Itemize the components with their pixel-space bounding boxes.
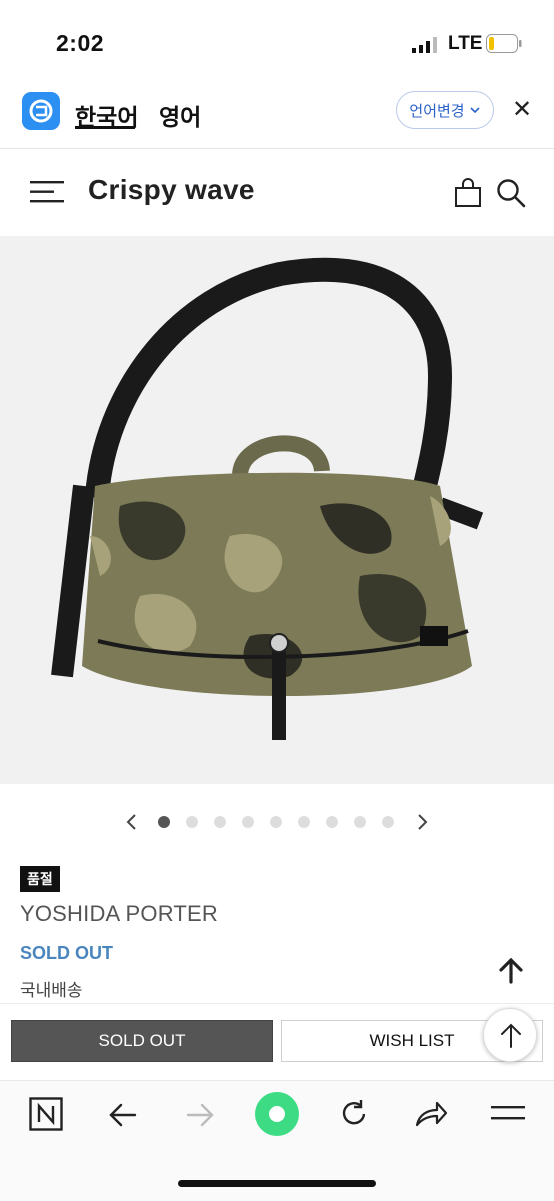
product-image[interactable] — [0, 236, 554, 784]
product-brand: YOSHIDA PORTER — [20, 901, 218, 926]
chevron-right-icon[interactable] — [414, 812, 430, 832]
battery-icon — [486, 34, 522, 53]
status-time: 2:02 — [56, 30, 105, 56]
shipping-info: 국내배송 — [20, 981, 83, 1000]
soldout-badge: 품절 — [20, 866, 60, 892]
product-status: SOLD OUT — [20, 943, 113, 963]
scroll-top-button[interactable] — [483, 1008, 537, 1062]
carousel-dot[interactable] — [242, 816, 254, 828]
chevron-left-icon[interactable] — [124, 812, 140, 832]
active-language-indicator — [75, 126, 135, 129]
carousel-dot[interactable] — [158, 816, 170, 828]
image-carousel-nav — [0, 810, 554, 834]
translate-bar: 한국어 영어 언어변경 ✕ — [0, 78, 554, 149]
language-change-label: 언어변경 — [409, 102, 465, 120]
carousel-dot[interactable] — [270, 816, 282, 828]
arrow-up-icon[interactable] — [496, 956, 526, 986]
refresh-icon[interactable] — [337, 1097, 371, 1131]
green-dot-icon[interactable] — [254, 1091, 300, 1137]
carousel-dot[interactable] — [214, 816, 226, 828]
arrow-up-icon — [501, 1023, 521, 1048]
chevron-down-icon — [470, 107, 480, 114]
language-english[interactable]: 영어 — [159, 98, 201, 132]
carousel-dot[interactable] — [382, 816, 394, 828]
carousel-dot[interactable] — [326, 816, 338, 828]
carousel-dot[interactable] — [354, 816, 366, 828]
naver-home-icon[interactable] — [29, 1097, 63, 1131]
search-icon[interactable] — [496, 178, 526, 208]
site-title[interactable]: Crispy wave — [88, 174, 255, 206]
network-label: LTE — [448, 33, 483, 54]
carousel-dot[interactable] — [186, 816, 198, 828]
home-indicator[interactable] — [178, 1180, 376, 1187]
menu-lines-icon[interactable] — [491, 1103, 525, 1125]
share-icon[interactable] — [413, 1097, 449, 1131]
shopping-bag-icon[interactable] — [454, 176, 482, 208]
soldout-button[interactable]: SOLD OUT — [11, 1020, 273, 1062]
menu-icon[interactable] — [30, 181, 64, 203]
carousel-dot[interactable] — [298, 816, 310, 828]
back-arrow-icon[interactable] — [107, 1099, 139, 1131]
language-change-button[interactable]: 언어변경 — [396, 91, 494, 129]
translate-logo-icon — [22, 92, 60, 130]
purchase-action-bar: SOLD OUT WISH LIST — [0, 1003, 554, 1076]
forward-arrow-icon[interactable] — [184, 1099, 216, 1131]
signal-icon — [412, 37, 437, 53]
close-icon[interactable]: ✕ — [512, 95, 532, 124]
